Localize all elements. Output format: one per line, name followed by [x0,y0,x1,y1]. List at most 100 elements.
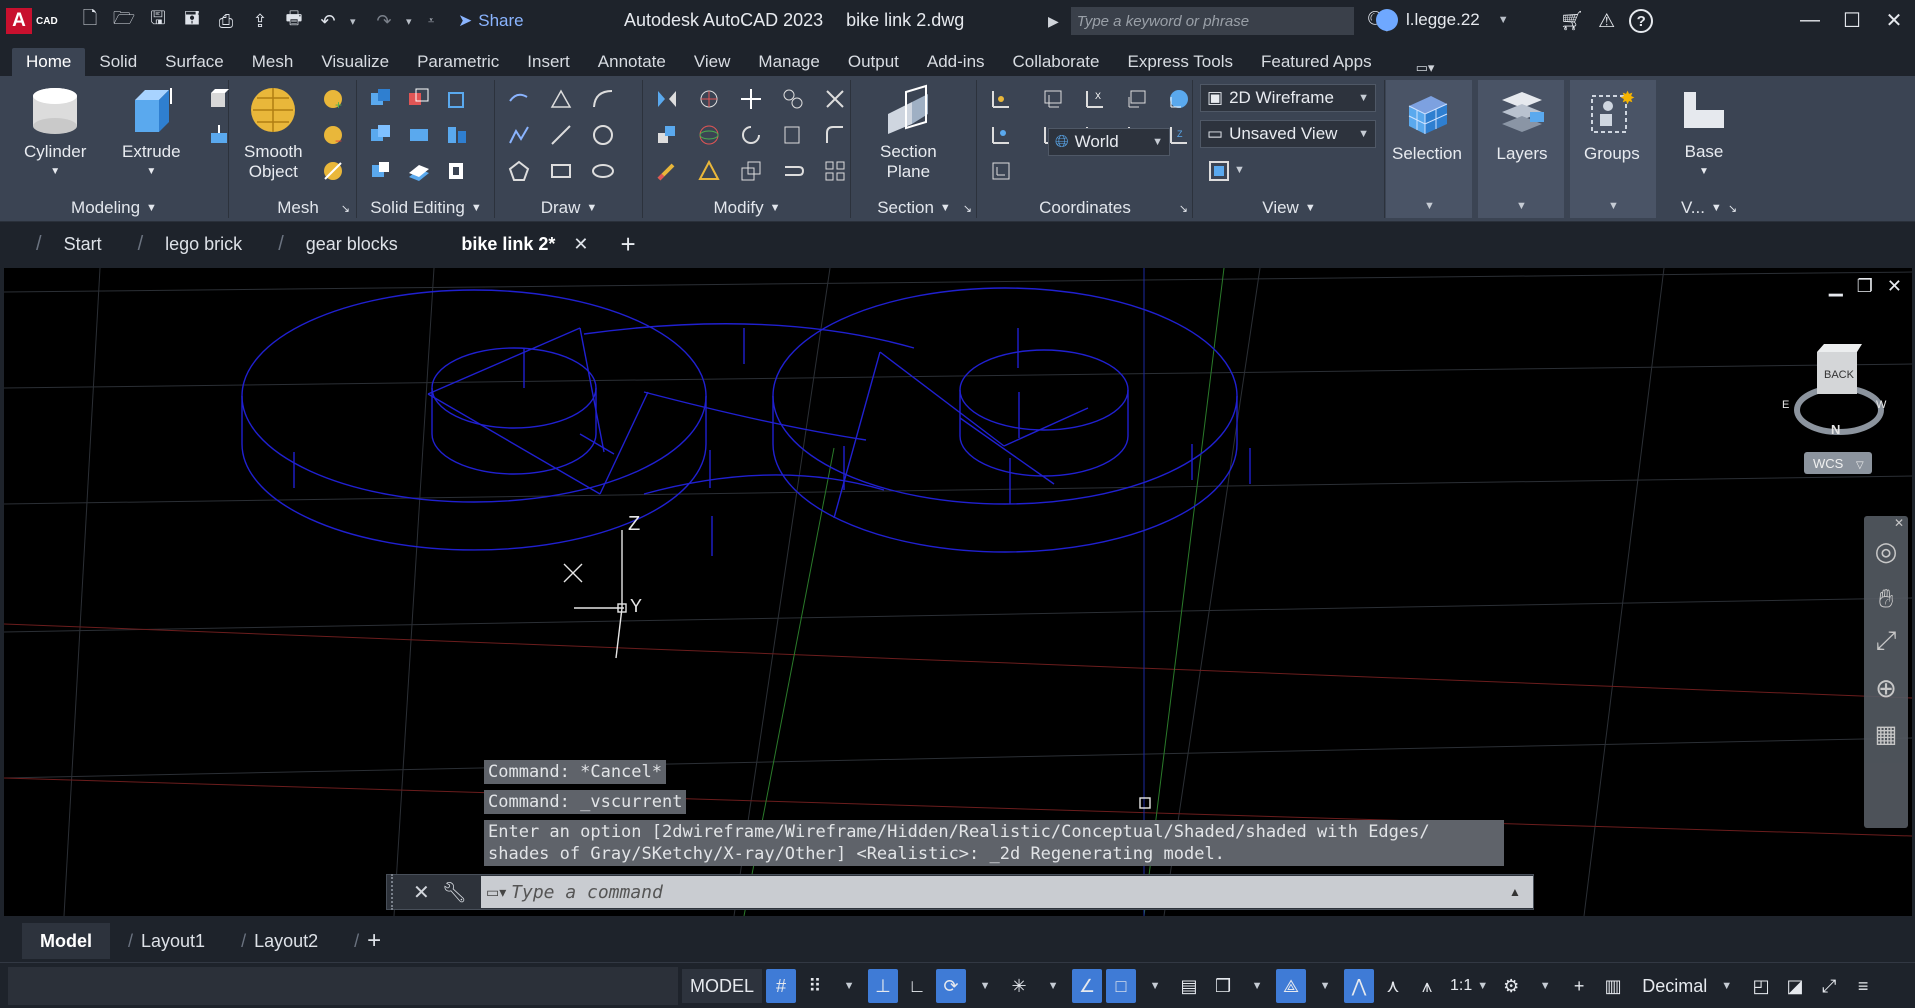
chevron-down-icon[interactable]: ▼ [970,969,1000,1003]
units-select[interactable]: Decimal ▼ [1632,969,1742,1003]
circle-icon[interactable] [590,122,616,148]
isodraft-icon[interactable]: ✳︎ [1004,969,1034,1003]
tab-add-ins[interactable]: Add-ins [913,48,999,76]
model-space-canvas[interactable]: Z Y X BACK N E W WCS ▽ [4,268,1912,916]
drawing-viewport[interactable]: Z Y X BACK N E W WCS ▽ ▁ ❐ ✕ ✕ [4,268,1912,916]
rectangle-icon[interactable] [548,158,574,184]
tab-featured-apps[interactable]: Featured Apps [1247,48,1386,76]
mirror-icon[interactable] [654,86,680,112]
box-icon[interactable] [206,86,232,112]
save-icon[interactable]: 🖫 [146,8,170,33]
mesh-refine-icon[interactable] [320,158,346,184]
3d-rotate-icon[interactable] [696,122,722,148]
section-plane-button[interactable]: Section Plane [880,84,937,182]
viewport-restore-icon[interactable]: ❐ [1857,276,1873,297]
tab-express-tools[interactable]: Express Tools [1113,48,1247,76]
chevron-down-icon[interactable]: ▼ [1310,969,1340,1003]
compass-w-label[interactable]: W [1876,399,1887,411]
doc-tab-lego-brick[interactable]: / lego brick [120,225,261,263]
doc-tab-gear-blocks[interactable]: / gear blocks [260,225,416,263]
open-folder-icon[interactable]: 🗁 [112,8,136,33]
dynamic-input-icon[interactable]: ∟ [902,969,932,1003]
ucs-x-icon[interactable]: X [1082,86,1108,112]
model-space-toggle[interactable]: MODEL [682,969,763,1003]
chevron-down-icon[interactable]: ▼ [1140,969,1170,1003]
lineweight-icon[interactable]: ▤ [1174,969,1204,1003]
close-icon[interactable]: ✕ [1864,516,1908,530]
modeling-panel-title[interactable]: Modeling ▼ [0,194,228,222]
search-expand-icon[interactable]: ▶ [1048,13,1059,30]
polysolid-icon[interactable] [506,86,532,112]
groups-panel[interactable]: ✸ Groups ▼ [1570,80,1656,218]
tab-visualize[interactable]: Visualize [307,48,403,76]
ucs-icon[interactable] [988,86,1014,112]
erase-icon[interactable] [654,158,680,184]
wrench-icon[interactable]: 🔧︎ [442,880,467,905]
interfere-icon[interactable] [368,158,394,184]
layout-tab-model[interactable]: Model [22,923,110,959]
command-history-toggle-icon[interactable]: ▲ [1509,885,1533,899]
groups-button[interactable]: ✸ Groups [1584,86,1640,164]
base-view-button[interactable]: Base ▼ [1678,84,1730,182]
steering-wheel-icon[interactable]: ◎ [1864,536,1908,567]
command-prompt-icon[interactable]: ▭▾ [481,876,511,908]
isolate-objects-icon[interactable]: ◰ [1746,969,1776,1003]
copy-icon[interactable] [780,86,806,112]
slice-icon[interactable] [406,158,432,184]
layers-button[interactable]: Layers [1496,86,1548,164]
ucs-named-select[interactable]: 🌐︎ World ▼ [1048,128,1170,156]
annotation-scale-select[interactable]: 1:1 ▼ [1446,969,1492,1003]
base-view-panel-title[interactable]: V... ▼ ↘ [1664,194,1754,222]
undo-dropdown-icon[interactable]: ▾ [350,15,362,28]
publish-icon[interactable]: ⎙ [214,9,238,33]
ucs-world-icon[interactable] [1166,86,1192,112]
tab-home[interactable]: Home [12,48,86,76]
orbit-icon[interactable]: ⊕ [1864,673,1908,704]
close-icon[interactable]: ✕ [1873,0,1915,40]
subtract-icon[interactable] [406,86,432,112]
save-as-icon[interactable]: 🖬 [180,8,204,33]
ucs-origin-icon[interactable] [1124,86,1150,112]
search-input[interactable] [1070,7,1354,35]
mesh-panel-title[interactable]: Mesh ↘ [240,194,356,222]
app-menu-button[interactable]: A CAD [0,0,64,42]
section-panel-title[interactable]: Section ▼ ↘ [852,194,976,222]
tab-surface[interactable]: Surface [151,48,238,76]
3d-scale-icon[interactable] [696,158,722,184]
tab-parametric[interactable]: Parametric [403,48,513,76]
union-icon[interactable] [368,86,394,112]
ucs-icon-properties-icon[interactable] [988,158,1014,184]
presspull-icon[interactable] [206,122,232,148]
user-account-button[interactable]: l.legge.22 ▼ [1376,9,1509,31]
separate-icon[interactable] [444,122,470,148]
quick-properties-icon[interactable]: ▥ [1598,969,1628,1003]
selection-button[interactable]: Selection [1392,86,1462,164]
shell-icon[interactable] [444,158,470,184]
plus-icon[interactable]: + [1564,969,1594,1003]
viewport-minimize-icon[interactable]: ▁ [1829,276,1843,297]
extract-edges-icon[interactable] [444,86,470,112]
extrude-button[interactable]: Extrude ▼ [122,84,181,182]
new-file-icon[interactable]: 🗋 [78,8,102,33]
trim-icon[interactable] [822,86,848,112]
loft-icon[interactable] [548,86,574,112]
polygon-icon[interactable] [506,158,532,184]
command-line-grip[interactable] [391,874,401,910]
help-icon[interactable]: ? [1629,9,1654,33]
navigation-bar[interactable]: ✕ ◎ ✋︎ ⤢ ⊕ ▦ [1864,516,1908,828]
redo-icon[interactable]: ↷ [372,9,396,33]
annotation-scale-icon[interactable]: ⩚ [1412,969,1442,1003]
chevron-down-icon[interactable]: ▼ [1242,969,1272,1003]
tab-mesh[interactable]: Mesh [238,48,308,76]
3d-move-icon[interactable] [696,86,722,112]
viewcube[interactable]: BACK N E W WCS ▽ [1782,344,1887,474]
visual-style-select[interactable]: ▣ 2D Wireframe ▼ [1200,84,1376,112]
tab-solid[interactable]: Solid [85,48,151,76]
infer-constraints-icon[interactable]: ⊥ [868,969,899,1003]
export-icon[interactable]: ⇪ [248,9,272,33]
layout-tab-layout2[interactable]: / Layout2 [223,923,336,959]
chevron-down-icon[interactable]: ▼ [834,969,864,1003]
scale-icon[interactable] [738,158,764,184]
ribbon-minimize-icon[interactable]: ▭▾ [1416,60,1435,76]
mesh-add-icon[interactable]: + [320,86,346,112]
